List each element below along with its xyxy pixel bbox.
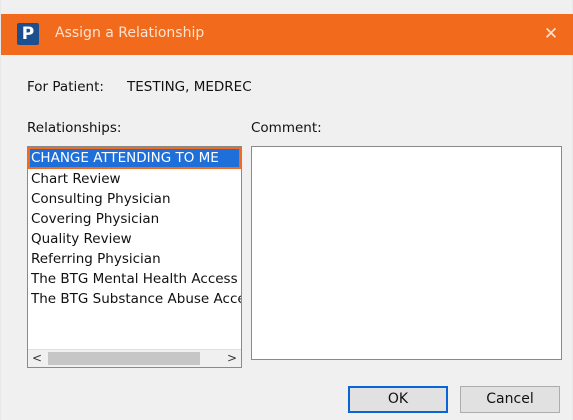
chevron-left-icon: < bbox=[31, 351, 43, 365]
list-item[interactable]: Covering Physician bbox=[28, 209, 241, 229]
comment-label: Comment: bbox=[251, 120, 322, 136]
close-icon: ✕ bbox=[543, 24, 559, 44]
cancel-button[interactable]: Cancel bbox=[460, 386, 560, 413]
list-item[interactable]: Chart Review bbox=[28, 169, 241, 189]
ok-button[interactable]: OK bbox=[348, 386, 448, 413]
list-item[interactable]: CHANGE ATTENDING TO ME bbox=[28, 147, 241, 169]
scrollbar-thumb[interactable] bbox=[48, 352, 200, 365]
close-button[interactable]: ✕ bbox=[536, 20, 566, 48]
list-item[interactable]: The BTG Substance Abuse Access bbox=[28, 289, 241, 309]
relationships-list: CHANGE ATTENDING TO ME Chart Review Cons… bbox=[28, 147, 241, 309]
chevron-right-icon: > bbox=[226, 351, 238, 365]
list-item[interactable]: Referring Physician bbox=[28, 249, 241, 269]
comment-textarea[interactable] bbox=[251, 146, 562, 360]
list-item[interactable]: Quality Review bbox=[28, 229, 241, 249]
title-bar[interactable]: P Assign a Relationship ✕ bbox=[1, 14, 573, 55]
patient-label: For Patient: bbox=[27, 79, 104, 95]
list-item[interactable]: Consulting Physician bbox=[28, 189, 241, 209]
assign-relationship-dialog: P Assign a Relationship ✕ For Patient: T… bbox=[0, 0, 573, 420]
relationships-label: Relationships: bbox=[27, 120, 122, 136]
relationships-listbox[interactable]: CHANGE ATTENDING TO ME Chart Review Cons… bbox=[27, 146, 242, 368]
list-item[interactable]: The BTG Mental Health Access bbox=[28, 269, 241, 289]
horizontal-scrollbar[interactable]: < > bbox=[28, 349, 241, 367]
scroll-left-button[interactable]: < bbox=[28, 350, 46, 367]
scroll-right-button[interactable]: > bbox=[223, 350, 241, 367]
window-title: Assign a Relationship bbox=[55, 25, 205, 41]
patient-name: TESTING, MEDREC bbox=[127, 79, 252, 95]
app-logo-icon: P bbox=[17, 23, 39, 45]
